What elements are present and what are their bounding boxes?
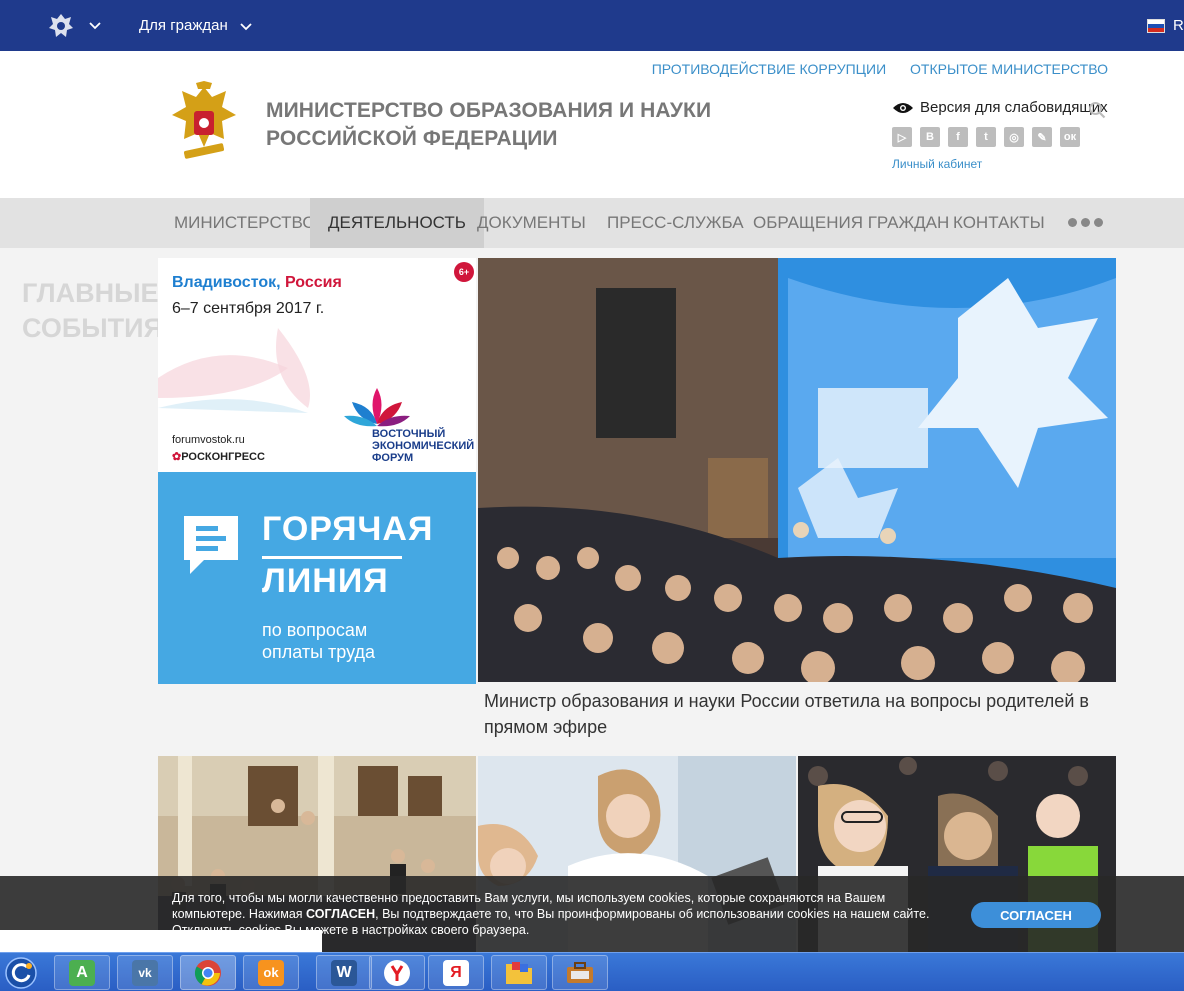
forum-name-l3: ФОРУМ	[372, 452, 414, 464]
ministry-title[interactable]: МИНИСТЕРСТВО ОБРАЗОВАНИЯ И НАУКИ РОССИЙС…	[266, 97, 711, 153]
android-icon: A	[69, 959, 95, 986]
more-icon[interactable]	[1068, 218, 1103, 227]
taskbar: A vk ok W Я	[0, 952, 1184, 991]
forum-city-b: Россия	[285, 274, 342, 291]
youtube-icon[interactable]: ▷	[892, 127, 912, 147]
status-strip	[0, 930, 322, 952]
language-switch[interactable]: R	[1173, 17, 1184, 34]
roscongress-text: РОСКОНГРЕСС	[181, 451, 265, 463]
social-links: ▷ В f t ◎ ✎ ок	[892, 127, 1080, 147]
search-icon[interactable]	[1088, 101, 1106, 119]
chevron-down-icon[interactable]	[88, 19, 102, 33]
ministry-title-line2: РОССИЙСКОЙ ФЕДЕРАЦИИ	[266, 127, 558, 150]
roscongress-label: ✿РОСКОНГРЕСС	[172, 450, 265, 463]
forum-city-a: Владивосток,	[172, 274, 281, 291]
taskbar-vk[interactable]: vk	[117, 955, 173, 990]
ok-app-icon: ok	[258, 959, 284, 986]
chevron-down-icon[interactable]	[239, 20, 253, 34]
main-news-caption[interactable]: Министр образования и науки России ответ…	[484, 688, 1114, 740]
roscongress-flower-icon: ✿	[172, 451, 182, 463]
taskbar-briefcase[interactable]	[552, 955, 608, 990]
hotline-subtitle-1: по вопросам	[262, 620, 368, 640]
chat-bubble-icon	[184, 516, 238, 574]
coat-of-arms-icon[interactable]	[166, 81, 242, 169]
hotline-divider	[262, 556, 402, 559]
top-bar: Для граждан R	[0, 0, 1184, 51]
personal-cabinet-link[interactable]: Личный кабинет	[892, 157, 982, 171]
forum-dates: 6–7 сентября 2017 г.	[172, 300, 325, 317]
instagram-icon[interactable]: ◎	[1004, 127, 1024, 147]
lotus-watermark-icon	[158, 328, 310, 413]
yandex-icon: Я	[443, 959, 469, 986]
odnoklassniki-icon[interactable]: ок	[1060, 127, 1080, 147]
vk-app-icon: vk	[132, 959, 158, 986]
facebook-icon[interactable]: f	[948, 127, 968, 147]
forum-city: Владивосток, Россия	[172, 274, 342, 292]
folder-icon	[506, 961, 532, 984]
eastern-economic-forum-banner[interactable]: Владивосток, Россия 6–7 сентября 2017 г.…	[158, 258, 476, 472]
nav-ministry[interactable]: МИНИСТЕРСТВО	[174, 198, 316, 248]
anti-corruption-link[interactable]: ПРОТИВОДЕЙСТВИЕ КОРРУПЦИИ	[652, 61, 886, 77]
hotline-title-2: ЛИНИЯ	[262, 562, 389, 600]
livejournal-icon[interactable]: ✎	[1032, 127, 1052, 147]
taskbar-yandex-browser[interactable]	[369, 955, 425, 990]
forum-site: forumvostok.ru	[172, 434, 245, 446]
briefcase-icon	[567, 961, 593, 983]
main-events-line1: ГЛАВНЫЕ	[22, 278, 159, 308]
vk-icon[interactable]: В	[920, 127, 940, 147]
forum-lotus-logo-icon	[344, 388, 410, 427]
main-events-line2: СОБЫТИЯ	[22, 313, 163, 343]
nav-activity[interactable]: ДЕЯТЕЛЬНОСТЬ	[310, 198, 484, 248]
citizens-menu[interactable]: Для граждан	[139, 17, 228, 34]
hotline-banner[interactable]: ГОРЯЧАЯ ЛИНИЯ по вопросам оплаты труда	[158, 472, 476, 684]
nav-contacts[interactable]: КОНТАКТЫ	[953, 198, 1045, 248]
low-vision-link[interactable]: Версия для слабовидящих	[892, 99, 1108, 116]
conference-photo-image	[478, 258, 1116, 682]
nav-citizen-appeals[interactable]: ОБРАЩЕНИЯ ГРАЖДАН	[753, 198, 949, 248]
emblem-small-icon[interactable]	[46, 11, 76, 41]
open-ministry-link[interactable]: ОТКРЫТОЕ МИНИСТЕРСТВО	[910, 61, 1108, 77]
taskbar-yandex[interactable]: Я	[428, 955, 484, 990]
main-events-heading: ГЛАВНЫЕ СОБЫТИЯ	[22, 276, 163, 346]
cookie-text-b: СОГЛАСЕН	[306, 907, 376, 921]
hotline-subtitle-2: оплаты труда	[262, 642, 376, 662]
forum-name-l1: ВОСТОЧНЫЙ	[372, 428, 446, 440]
forum-name-l2: ЭКОНОМИЧЕСКИЙ	[372, 440, 475, 452]
low-vision-label: Версия для слабовидящих	[920, 99, 1108, 116]
header-links: ПРОТИВОДЕЙСТВИЕ КОРРУПЦИИ ОТКРЫТОЕ МИНИС…	[632, 61, 1108, 77]
russia-flag-icon[interactable]	[1147, 19, 1165, 33]
nav-press[interactable]: ПРЕСС-СЛУЖБА	[607, 198, 744, 248]
eye-icon	[893, 102, 913, 113]
taskbar-chrome[interactable]	[180, 955, 236, 990]
yandex-browser-icon	[384, 959, 410, 986]
main-nav: МИНИСТЕРСТВО ДЕЯТЕЛЬНОСТЬ ДОКУМЕНТЫ ПРЕС…	[0, 198, 1184, 248]
word-icon: W	[331, 959, 357, 986]
main-news-photo[interactable]	[478, 258, 1116, 682]
taskbar-word[interactable]: W	[316, 955, 372, 990]
age-rating-badge: 6+	[454, 262, 474, 282]
site-header: ПРОТИВОДЕЙСТВИЕ КОРРУПЦИИ ОТКРЫТОЕ МИНИС…	[0, 51, 1184, 198]
hotline-title-1: ГОРЯЧАЯ	[262, 510, 434, 548]
taskbar-android[interactable]: A	[54, 955, 110, 990]
cookie-agree-button[interactable]: СОГЛАСЕН	[971, 902, 1101, 928]
start-orb-icon[interactable]	[5, 957, 37, 989]
forum-name: ВОСТОЧНЫЙ ЭКОНОМИЧЕСКИЙ ФОРУМ	[372, 428, 474, 464]
taskbar-folder[interactable]	[491, 955, 547, 990]
nav-documents[interactable]: ДОКУМЕНТЫ	[477, 198, 586, 248]
ministry-title-line1: МИНИСТЕРСТВО ОБРАЗОВАНИЯ И НАУКИ	[266, 99, 712, 122]
chrome-icon	[194, 959, 221, 986]
twitter-icon[interactable]: t	[976, 127, 996, 147]
taskbar-odnoklassniki[interactable]: ok	[243, 955, 299, 990]
